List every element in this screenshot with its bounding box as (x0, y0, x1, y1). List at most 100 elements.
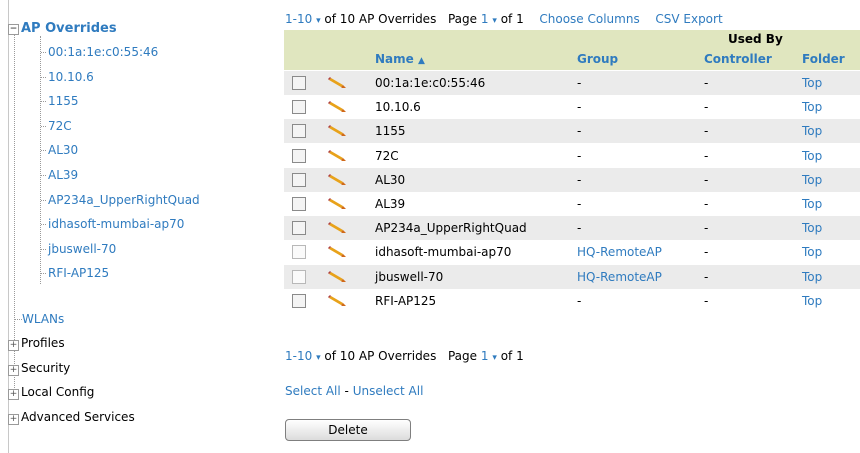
cell-controller: - (704, 197, 709, 211)
expand-icon[interactable]: + (8, 413, 19, 425)
cell-folder[interactable]: Top (802, 100, 822, 114)
unselect-all-link[interactable]: Unselect All (353, 384, 424, 398)
tree-node-ap-override[interactable]: RFI-AP125 (41, 266, 109, 280)
column-header-name[interactable]: Name ▲ (375, 52, 425, 66)
pencil-icon[interactable] (328, 294, 348, 307)
pencil-icon[interactable] (328, 246, 348, 258)
cell-folder[interactable]: Top (802, 173, 822, 187)
cell-name: idhasoft-mumbai-ap70 (375, 245, 512, 260)
page-range-dropdown[interactable]: 1-10 (285, 349, 312, 363)
chevron-down-icon[interactable]: ▾ (492, 353, 497, 363)
cell-controller: - (704, 221, 709, 236)
choose-columns-link[interactable]: Choose Columns (539, 12, 639, 26)
pencil-icon[interactable] (328, 101, 348, 113)
cell-name: RFI-AP125 (375, 293, 437, 308)
cell-group: - (577, 76, 582, 90)
pencil-icon[interactable] (328, 270, 348, 283)
chevron-down-icon[interactable]: ▾ (492, 16, 497, 26)
pencil-icon[interactable] (328, 173, 348, 186)
chevron-down-icon[interactable]: ▾ (316, 353, 321, 363)
pager-top: 1-10 ▾ of 10 AP Overrides Page 1 ▾ of 1 … (285, 12, 723, 26)
tree-connector (41, 199, 46, 201)
expand-icon[interactable]: + (8, 340, 19, 351)
tree-node-profiles[interactable]: + Profiles (8, 336, 65, 351)
row-checkbox[interactable] (292, 293, 306, 308)
collapse-icon[interactable]: − (8, 24, 19, 35)
column-header-controller[interactable]: Controller (704, 52, 772, 66)
table-row[interactable]: RFI-AP125 - - Top (284, 288, 860, 313)
tree-node-ap-override[interactable]: idhasoft-mumbai-ap70 (41, 217, 184, 231)
tree-node-local-config[interactable]: + Local Config (8, 385, 94, 400)
tree-node-label[interactable]: AP Overrides (21, 21, 117, 36)
row-checkbox[interactable] (292, 148, 306, 163)
chevron-down-icon[interactable]: ▾ (316, 16, 321, 26)
sort-asc-icon[interactable]: ▲ (418, 56, 425, 66)
row-checkbox[interactable] (292, 100, 306, 115)
row-checkbox[interactable] (292, 76, 306, 90)
cell-folder[interactable]: Top (802, 149, 822, 163)
row-checkbox[interactable] (292, 124, 306, 139)
pencil-icon[interactable] (328, 125, 348, 137)
tree-node-ap-overrides[interactable]: − AP Overrides (8, 21, 117, 36)
cell-folder[interactable]: Top (802, 221, 822, 235)
cell-group: - (577, 148, 582, 163)
expand-icon[interactable]: + (8, 364, 19, 376)
pencil-icon[interactable] (328, 149, 348, 162)
tree-node-ap-override[interactable]: AL30 (41, 143, 78, 157)
delete-button[interactable]: Delete (285, 419, 411, 441)
tree-node-advanced-services[interactable]: + Advanced Services (8, 410, 135, 425)
cell-folder[interactable]: Top (802, 124, 822, 138)
table-row[interactable]: AL39 - - Top (284, 192, 860, 216)
cell-name: jbuswell-70 (375, 269, 444, 284)
row-checkbox[interactable] (292, 172, 306, 187)
cell-group[interactable]: HQ-RemoteAP (577, 270, 662, 284)
tree-connector (41, 101, 46, 103)
used-by-header: Used By (728, 32, 783, 46)
tree-node-ap-override[interactable]: 1155 (41, 94, 79, 108)
tree-node-ap-override[interactable]: 00:1a:1e:c0:55:46 (41, 45, 158, 59)
table-row[interactable]: AP234a_UpperRightQuad - - Top (284, 216, 860, 241)
tree-node-ap-override[interactable]: AP234a_UpperRightQuad (41, 193, 200, 207)
row-checkbox[interactable] (292, 197, 306, 211)
tree-node-ap-override[interactable]: 72C (41, 119, 72, 133)
tree-node-wlans[interactable]: WLANs (14, 312, 64, 326)
tree-node-security[interactable]: + Security (8, 361, 70, 376)
row-checkbox[interactable] (292, 221, 306, 236)
cell-controller: - (704, 245, 709, 260)
select-all-link[interactable]: Select All (285, 384, 341, 398)
table-row[interactable]: AL30 - - Top (284, 167, 860, 192)
tree-node-ap-override[interactable]: 10.10.6 (41, 70, 94, 84)
cell-folder[interactable]: Top (802, 76, 822, 90)
column-header-group[interactable]: Group (577, 52, 618, 66)
cell-folder[interactable]: Top (802, 294, 822, 308)
page-range-dropdown[interactable]: 1-10 (285, 12, 312, 26)
pencil-icon[interactable] (328, 198, 348, 210)
cell-group: - (577, 293, 582, 308)
cell-name: 00:1a:1e:c0:55:46 (375, 76, 486, 90)
page-number-dropdown[interactable]: 1 (481, 12, 489, 26)
tree-connector (41, 248, 46, 250)
table-row[interactable]: 1155 - - Top (284, 119, 860, 144)
cell-controller: - (704, 100, 709, 115)
table-row[interactable]: 00:1a:1e:c0:55:46 - - Top (284, 71, 860, 95)
tree-connector (41, 125, 46, 127)
table-row[interactable]: 10.10.6 - - Top (284, 95, 860, 120)
tree-node-ap-override[interactable]: AL39 (41, 168, 78, 182)
cell-folder[interactable]: Top (802, 197, 822, 211)
table-row[interactable]: 72C - - Top (284, 143, 860, 168)
cell-folder[interactable]: Top (802, 270, 822, 284)
pencil-icon[interactable] (328, 222, 348, 234)
cell-controller: - (704, 269, 709, 284)
cell-group: - (577, 172, 582, 187)
column-header-folder[interactable]: Folder (802, 52, 845, 66)
expand-icon[interactable]: + (8, 389, 19, 400)
page-number-dropdown[interactable]: 1 (481, 349, 489, 363)
pencil-icon[interactable] (328, 77, 348, 89)
cell-group[interactable]: HQ-RemoteAP (577, 245, 662, 259)
table-row[interactable]: jbuswell-70 HQ-RemoteAP - Top (284, 264, 860, 289)
table-row[interactable]: idhasoft-mumbai-ap70 HQ-RemoteAP - Top (284, 240, 860, 265)
csv-export-link[interactable]: CSV Export (655, 12, 722, 26)
tree-node-ap-override[interactable]: jbuswell-70 (41, 242, 116, 256)
row-checkbox (292, 245, 306, 260)
cell-folder[interactable]: Top (802, 245, 822, 259)
